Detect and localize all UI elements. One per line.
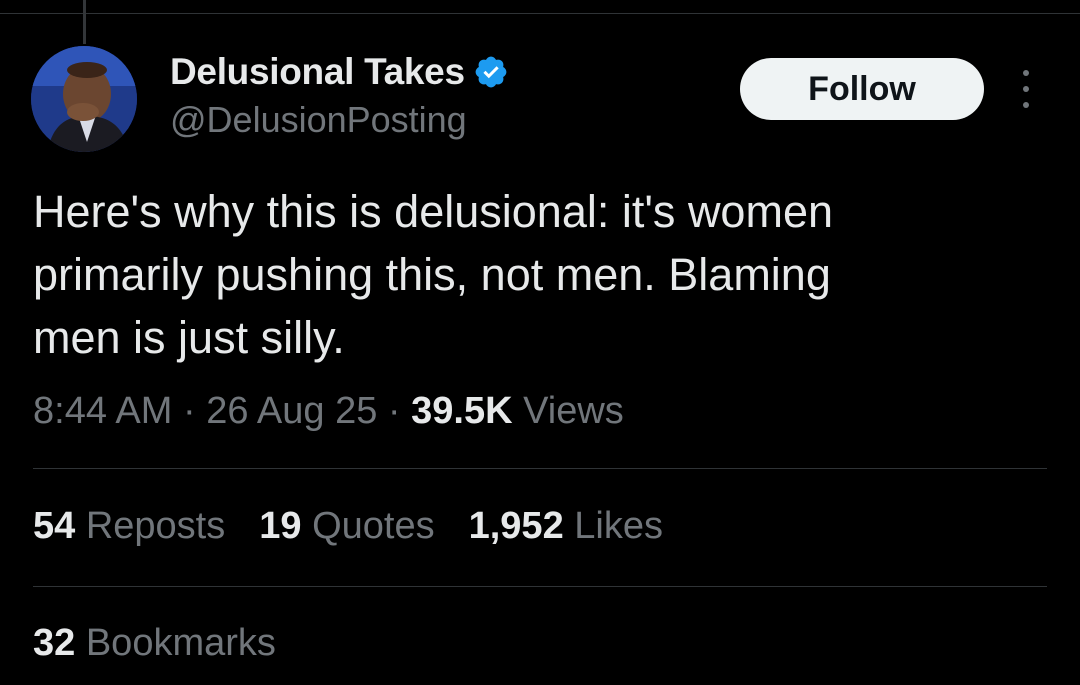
likes-count: 1,952 [468,505,564,547]
avatar-photo-icon [31,46,137,152]
divider [33,586,1047,587]
quotes-label: Quotes [301,505,435,547]
likes-stat[interactable]: 1,952 Likes [469,505,663,548]
follow-button[interactable]: Follow [740,58,984,120]
author-handle[interactable]: @DelusionPosting [170,99,467,141]
tweet-time[interactable]: 8:44 AM [33,390,172,432]
author-name-row[interactable]: Delusional Takes [170,50,509,94]
likes-label: Likes [563,505,663,547]
more-dot [1023,70,1029,76]
reposts-stat[interactable]: 54 Reposts [33,505,225,548]
author-display-name[interactable]: Delusional Takes [170,51,465,93]
top-divider [0,13,1080,14]
bookmarks-stat[interactable]: 32 Bookmarks [33,622,276,665]
bookmarks-label: Bookmarks [75,622,276,664]
quotes-count: 19 [259,505,302,547]
reposts-count: 54 [33,505,76,547]
divider [33,468,1047,469]
views-label[interactable]: Views [513,390,624,432]
views-count[interactable]: 39.5K [411,390,512,432]
tweet-text: Here's why this is delusional: it's wome… [33,186,834,363]
reposts-label: Reposts [75,505,226,547]
more-dot [1023,86,1029,92]
tweet-meta: 8:44 AM · 26 Aug 25 · 39.5K Views [33,390,624,433]
thread-line [83,0,86,44]
more-dot [1023,102,1029,108]
meta-separator: · [172,390,207,432]
bookmarks-count: 32 [33,622,76,664]
verified-badge-icon [473,54,509,90]
more-vertical-icon[interactable] [1014,70,1038,108]
quotes-stat[interactable]: 19 Quotes [259,505,434,548]
tweet-date[interactable]: 26 Aug 25 [206,390,377,432]
engagement-stats: 54 Reposts 19 Quotes 1,952 Likes [33,505,697,548]
avatar[interactable] [31,46,137,152]
meta-separator: · [377,390,412,432]
